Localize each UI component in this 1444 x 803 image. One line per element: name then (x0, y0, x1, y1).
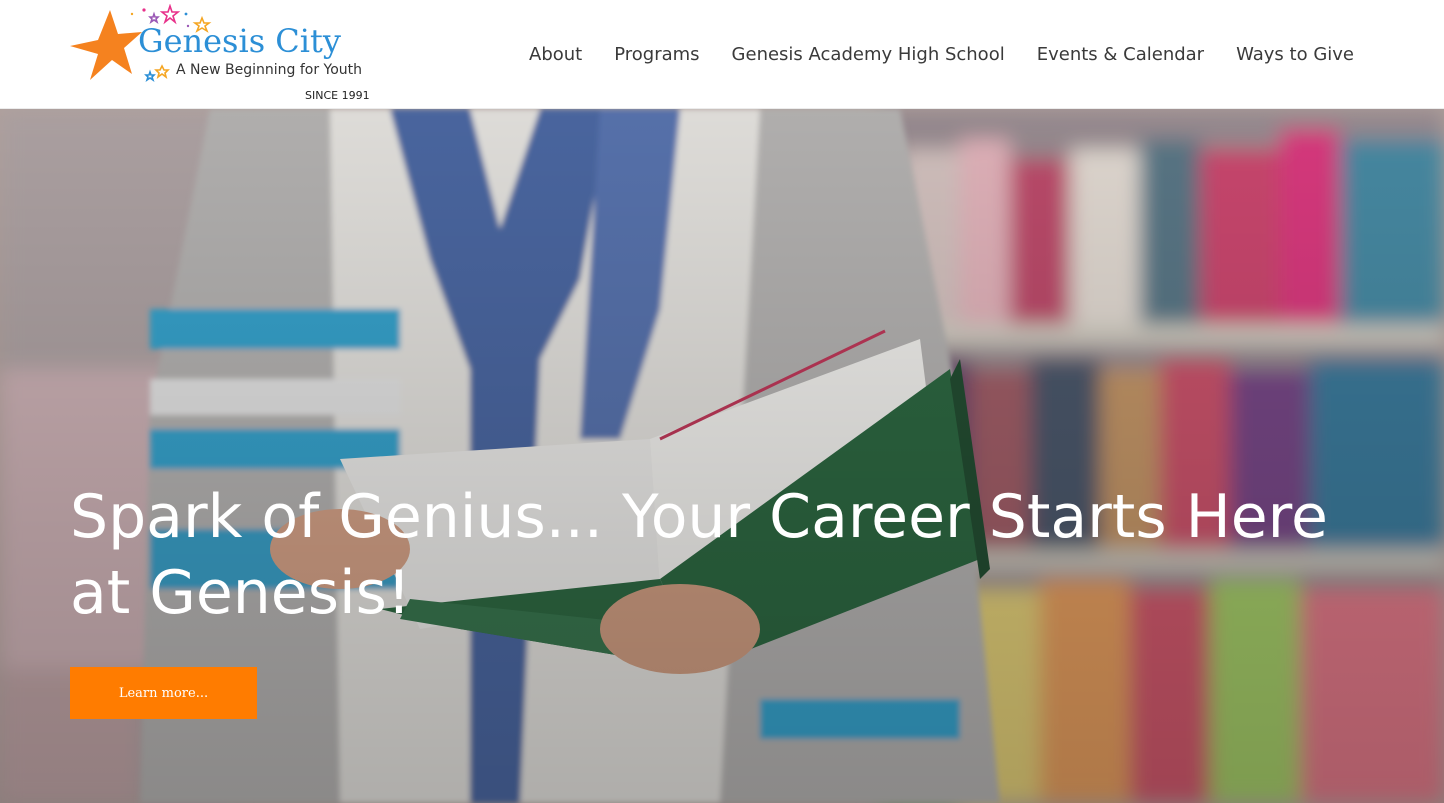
nav-item-programs[interactable]: Programs (614, 44, 699, 65)
learn-more-button[interactable]: Learn more... (70, 667, 257, 719)
nav-item-genesis-academy-high-school[interactable]: Genesis Academy High School (732, 44, 1005, 65)
nav-item-about[interactable]: About (529, 44, 582, 65)
site-logo[interactable]: Genesis City A New Beginning for Youth S… (66, 4, 376, 104)
nav-item-ways-to-give[interactable]: Ways to Give (1236, 44, 1354, 65)
nav-item-events-calendar[interactable]: Events & Calendar (1037, 44, 1204, 65)
orange-star-shape (70, 10, 142, 80)
logo-tagline: A New Beginning for Youth (176, 62, 362, 78)
hero-headline: Spark of Genius... Your Career Starts He… (70, 482, 1328, 628)
main-nav: About Programs Genesis Academy High Scho… (529, 0, 1354, 109)
site-header: Genesis City A New Beginning for Youth S… (0, 0, 1444, 109)
logo-title: Genesis City (138, 22, 341, 60)
logo-since: SINCE 1991 (305, 89, 370, 102)
star-cluster-icon: Genesis City A New Beginning for Youth S… (70, 4, 370, 102)
hero-banner: Spark of Genius... Your Career Starts He… (0, 109, 1444, 803)
